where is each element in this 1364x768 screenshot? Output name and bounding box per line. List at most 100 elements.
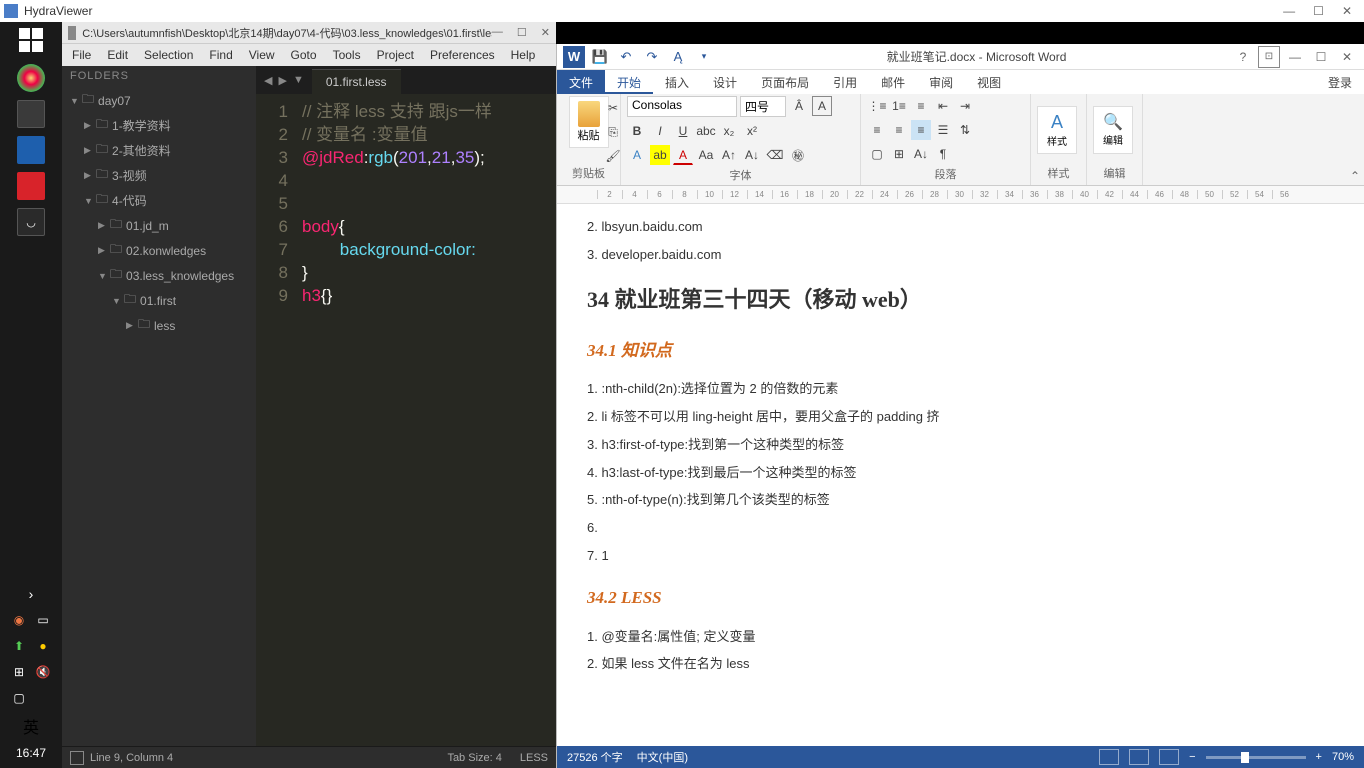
text-effects-icon[interactable]: A — [627, 145, 647, 165]
increase-indent-icon[interactable]: ⇥ — [955, 96, 975, 116]
change-case-icon[interactable]: Aa — [696, 145, 716, 165]
doc-line[interactable]: 7. 1 — [587, 544, 1334, 569]
word-count[interactable]: 27526 个字 — [567, 749, 623, 765]
heading-2[interactable]: 34.2 LESS — [587, 582, 1334, 614]
battery-icon[interactable]: ▭ — [33, 610, 53, 630]
folder-item[interactable]: ▶🗀01.jd_m — [62, 213, 256, 238]
strikethrough-button[interactable]: abc — [696, 121, 716, 141]
menu-tools[interactable]: Tools — [327, 46, 367, 64]
status-box-icon[interactable] — [70, 751, 84, 765]
cut-icon[interactable]: ✂ — [603, 98, 623, 118]
chrome-icon[interactable] — [17, 64, 45, 92]
doc-line[interactable]: 3. developer.baidu.com — [587, 243, 1334, 268]
zoom-slider[interactable] — [1206, 756, 1306, 759]
tray-icon-4[interactable] — [33, 688, 53, 708]
app-icon-3[interactable]: ◡ — [17, 208, 45, 236]
folder-item[interactable]: ▶🗀3-视频 — [62, 163, 256, 188]
word-app-icon[interactable]: W — [563, 46, 585, 68]
qat-icon[interactable]: Ą — [667, 46, 689, 68]
close-icon[interactable]: ✕ — [1342, 4, 1352, 18]
qat-dropdown-icon[interactable]: ▾ — [693, 46, 715, 68]
borders-icon[interactable]: ⊞ — [889, 144, 909, 164]
bullets-icon[interactable]: ⋮≡ — [867, 96, 887, 116]
decrease-indent-icon[interactable]: ⇤ — [933, 96, 953, 116]
tray-icon-3[interactable]: ● — [33, 636, 53, 656]
tab-insert[interactable]: 插入 — [653, 70, 701, 94]
notifications-icon[interactable]: ▢ — [9, 688, 29, 708]
menu-help[interactable]: Help — [505, 46, 542, 64]
doc-line[interactable]: 4. h3:last-of-type:找到最后一个这种类型的标签 — [587, 461, 1334, 486]
bold-button[interactable]: B — [627, 121, 647, 141]
file-tab[interactable]: 01.first.less — [312, 69, 401, 94]
format-painter-icon[interactable]: 🖌 — [603, 146, 623, 166]
maximize-icon[interactable]: ☐ — [1310, 46, 1332, 68]
code-area[interactable]: 123456789 // 注释 less 支持 跟js一样 // 变量名 :变量… — [256, 94, 556, 746]
zoom-in-icon[interactable]: + — [1316, 751, 1322, 763]
heading-1[interactable]: 34 就业班第三十四天（移动 web） — [587, 279, 1334, 321]
minimize-icon[interactable]: — — [1284, 46, 1306, 68]
collapse-ribbon-icon[interactable]: ⌃ — [1350, 169, 1360, 183]
folder-item[interactable]: ▼🗀01.first — [62, 288, 256, 313]
tab-size[interactable]: Tab Size: 4 — [447, 752, 501, 764]
tab-references[interactable]: 引用 — [821, 70, 869, 94]
enclose-icon[interactable]: ㊙ — [788, 145, 808, 165]
doc-line[interactable]: 5. :nth-of-type(n):找到第几个该类型的标签 — [587, 488, 1334, 513]
tab-file[interactable]: 文件 — [557, 70, 605, 94]
redo-icon[interactable]: ↷ — [641, 46, 663, 68]
sort-icon[interactable]: A↓ — [911, 144, 931, 164]
minimize-icon[interactable]: — — [492, 26, 503, 39]
taskbar-clock[interactable]: 16:47 — [16, 746, 46, 760]
maximize-icon[interactable]: ☐ — [1313, 4, 1324, 18]
find-button[interactable]: 🔍编辑 — [1093, 106, 1133, 154]
numbering-icon[interactable]: 1≡ — [889, 96, 909, 116]
align-justify-icon[interactable]: ≡ — [911, 120, 931, 140]
save-icon[interactable]: 💾 — [589, 46, 611, 68]
menu-edit[interactable]: Edit — [101, 46, 134, 64]
doc-line[interactable]: 3. h3:first-of-type:找到第一个这种类型的标签 — [587, 433, 1334, 458]
doc-line[interactable]: 2. 如果 less 文件在名为 less — [587, 652, 1334, 677]
copy-icon[interactable]: ⎘ — [603, 122, 623, 142]
ribbon-display-icon[interactable]: ⊡ — [1258, 46, 1280, 68]
menu-goto[interactable]: Goto — [285, 46, 323, 64]
folder-item[interactable]: ▶🗀1-教学资料 — [62, 113, 256, 138]
doc-line[interactable]: 2. lbsyun.baidu.com — [587, 215, 1334, 240]
maximize-icon[interactable]: ☐ — [517, 26, 527, 39]
nav-fwd-icon[interactable]: ▶ — [278, 74, 286, 87]
shading-icon[interactable]: ▢ — [867, 144, 887, 164]
distribute-icon[interactable]: ☰ — [933, 120, 953, 140]
read-mode-icon[interactable] — [1129, 749, 1149, 765]
web-layout-icon[interactable] — [1159, 749, 1179, 765]
language-indicator[interactable]: 中文(中国) — [637, 749, 688, 765]
close-icon[interactable]: ✕ — [1336, 46, 1358, 68]
highlight-icon[interactable]: ab — [650, 145, 670, 165]
doc-line[interactable]: 1. :nth-child(2n):选择位置为 2 的倍数的元素 — [587, 377, 1334, 402]
tab-mailings[interactable]: 邮件 — [869, 70, 917, 94]
multilevel-icon[interactable]: ≡ — [911, 96, 931, 116]
tray-icon-1[interactable]: ◉ — [9, 610, 29, 630]
terminal-icon[interactable] — [17, 100, 45, 128]
folder-item[interactable]: ▶🗀2-其他资料 — [62, 138, 256, 163]
menu-view[interactable]: View — [243, 46, 281, 64]
volume-mute-icon[interactable]: 🔇 — [33, 662, 53, 682]
folder-item[interactable]: ▶🗀less — [62, 313, 256, 338]
menu-file[interactable]: File — [66, 46, 97, 64]
nav-back-icon[interactable]: ◀ — [264, 74, 272, 87]
italic-button[interactable]: I — [650, 121, 670, 141]
tab-review[interactable]: 审阅 — [917, 70, 965, 94]
menu-find[interactable]: Find — [203, 46, 238, 64]
doc-line[interactable]: 2. li 标签不可以用 ling-height 居中，要用父盒子的 paddi… — [587, 405, 1334, 430]
menu-project[interactable]: Project — [371, 46, 420, 64]
grow-font-icon[interactable]: Â — [789, 96, 809, 116]
zoom-out-icon[interactable]: − — [1189, 751, 1195, 763]
app-icon-1[interactable] — [17, 136, 45, 164]
grow-font-icon[interactable]: A↑ — [719, 145, 739, 165]
print-layout-icon[interactable] — [1099, 749, 1119, 765]
align-left-icon[interactable]: ≡ — [867, 120, 887, 140]
folder-item[interactable]: ▼🗀4-代码 — [62, 188, 256, 213]
minimize-icon[interactable]: — — [1283, 4, 1295, 18]
app-icon-2[interactable] — [17, 172, 45, 200]
tray-icon-2[interactable]: ⬆ — [9, 636, 29, 656]
clear-format-icon[interactable]: ⌫ — [765, 145, 785, 165]
syntax-lang[interactable]: LESS — [520, 752, 548, 764]
tab-home[interactable]: 开始 — [605, 70, 653, 94]
